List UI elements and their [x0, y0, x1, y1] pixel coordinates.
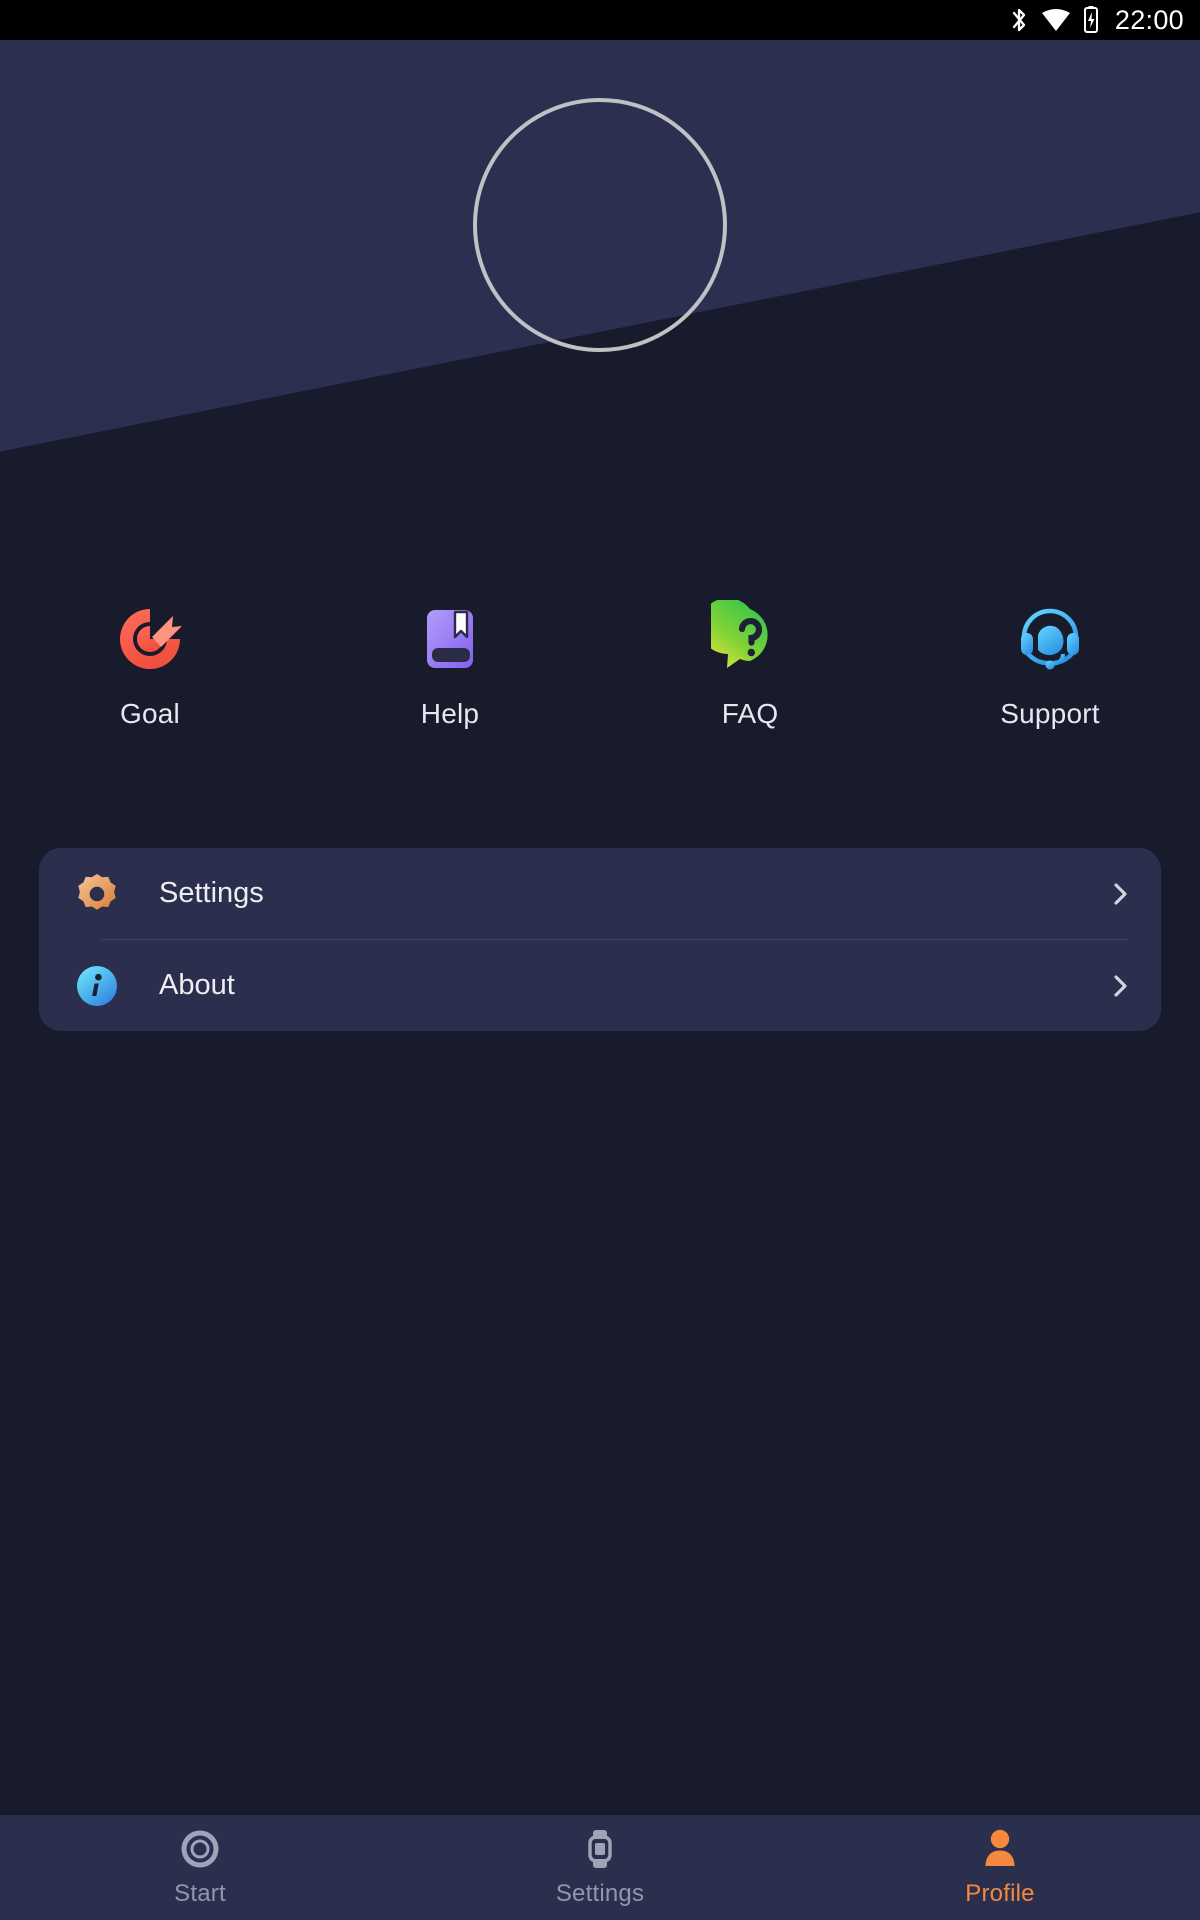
avatar[interactable] [473, 98, 727, 352]
profile-screen: 22:00 Goal Help FAQ Support Settings Abo… [0, 0, 1200, 1920]
quick-action-label: Goal [120, 698, 180, 729]
quick-action-help[interactable]: Help [300, 600, 600, 730]
avatar-container [0, 98, 1200, 352]
ring-start-icon [178, 1827, 222, 1871]
bluetooth-icon [1008, 6, 1030, 34]
quick-action-label: Help [420, 698, 480, 729]
nav-item-profile[interactable]: Profile [800, 1815, 1200, 1920]
quick-action-faq[interactable]: FAQ [600, 598, 900, 730]
quick-action-goal[interactable]: Goal [0, 600, 300, 730]
status-bar: 22:00 [0, 0, 1200, 40]
headset-agent-icon [1011, 600, 1089, 678]
menu-item-label: Settings [159, 877, 264, 909]
status-time: 22:00 [1114, 4, 1184, 35]
person-icon [978, 1827, 1022, 1871]
chevron-right-icon[interactable] [1107, 881, 1133, 907]
chevron-right-icon[interactable] [1107, 973, 1133, 999]
book-bookmark-icon [411, 600, 489, 678]
menu-card: Settings About [39, 848, 1161, 1031]
nav-item-label: Settings [555, 1880, 645, 1907]
smartwatch-icon [578, 1827, 622, 1871]
battery-charging-icon [1082, 6, 1100, 34]
quick-action-label: FAQ [721, 698, 779, 729]
nav-item-start[interactable]: Start [0, 1815, 400, 1920]
info-circle-icon [75, 964, 119, 1008]
bottom-navigation: Start Settings Profile [0, 1815, 1200, 1920]
gear-icon [75, 872, 119, 916]
menu-item-about[interactable]: About [39, 940, 1161, 1031]
target-goal-icon [111, 600, 189, 678]
quick-action-support[interactable]: Support [900, 600, 1200, 730]
question-bubble-icon [699, 598, 789, 678]
nav-item-label: Profile [965, 1880, 1035, 1907]
wifi-icon [1041, 7, 1071, 33]
quick-actions-row: Goal Help FAQ Support [0, 598, 1200, 730]
quick-action-label: Support [1000, 698, 1100, 729]
profile-header [0, 40, 1200, 460]
menu-item-settings[interactable]: Settings [39, 848, 1161, 939]
nav-item-settings[interactable]: Settings [400, 1815, 800, 1920]
nav-item-label: Start [174, 1880, 226, 1907]
menu-item-label: About [159, 969, 235, 1001]
